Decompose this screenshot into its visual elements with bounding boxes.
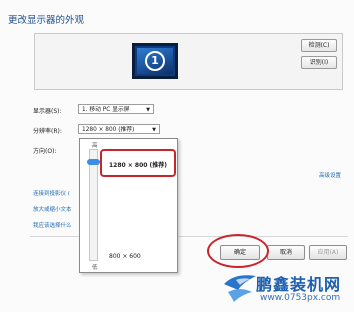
chevron-down-icon: ▼	[152, 127, 156, 133]
slider-high-label: 高	[92, 143, 98, 149]
display-select-value: 1. 移动 PC 显示屏	[82, 107, 130, 113]
resolution-option-min[interactable]: 800 × 600	[109, 253, 141, 260]
resolution-slider-track[interactable]	[89, 149, 98, 261]
resolution-slider-thumb[interactable]	[87, 159, 100, 165]
watermark-url: www.0753px.com	[260, 293, 341, 303]
divider	[30, 236, 348, 237]
orientation-label: 方向(O):	[33, 148, 57, 155]
detect-button[interactable]: 检测(C)	[301, 39, 337, 52]
monitor-number-badge: 1	[145, 51, 165, 71]
resolution-label: 分辨率(R):	[33, 128, 62, 135]
bird-logo-icon	[224, 275, 256, 302]
identify-button[interactable]: 识别(I)	[301, 56, 337, 69]
page-title: 更改显示器的外观	[8, 15, 85, 26]
highlight-box	[100, 149, 176, 177]
monitor-icon[interactable]: 1	[132, 43, 178, 79]
highlight-ellipse	[207, 234, 269, 268]
resolution-select-value: 1280 × 800 (推荐)	[82, 127, 135, 133]
resolution-select[interactable]: 1280 × 800 (推荐) ▼	[78, 124, 160, 134]
display-preview-area	[34, 33, 343, 90]
connect-projector-link[interactable]: 连接到投影仪 (	[33, 189, 70, 197]
apply-button[interactable]: 应用(A)	[309, 245, 347, 260]
which-settings-link[interactable]: 我应该选择什么	[33, 221, 72, 229]
cancel-button[interactable]: 取消	[267, 245, 305, 260]
display-select[interactable]: 1. 移动 PC 显示屏 ▼	[78, 104, 154, 114]
monitor-screen: 1	[137, 48, 173, 74]
slider-low-label: 低	[92, 265, 98, 271]
chevron-down-icon: ▼	[146, 107, 150, 113]
watermark-brand: 鹏鑫装机网	[256, 275, 342, 294]
advanced-settings-link[interactable]: 高级设置	[319, 171, 341, 179]
display-label: 显示器(S):	[33, 108, 62, 115]
text-size-link[interactable]: 放大或缩小文本	[33, 205, 72, 213]
